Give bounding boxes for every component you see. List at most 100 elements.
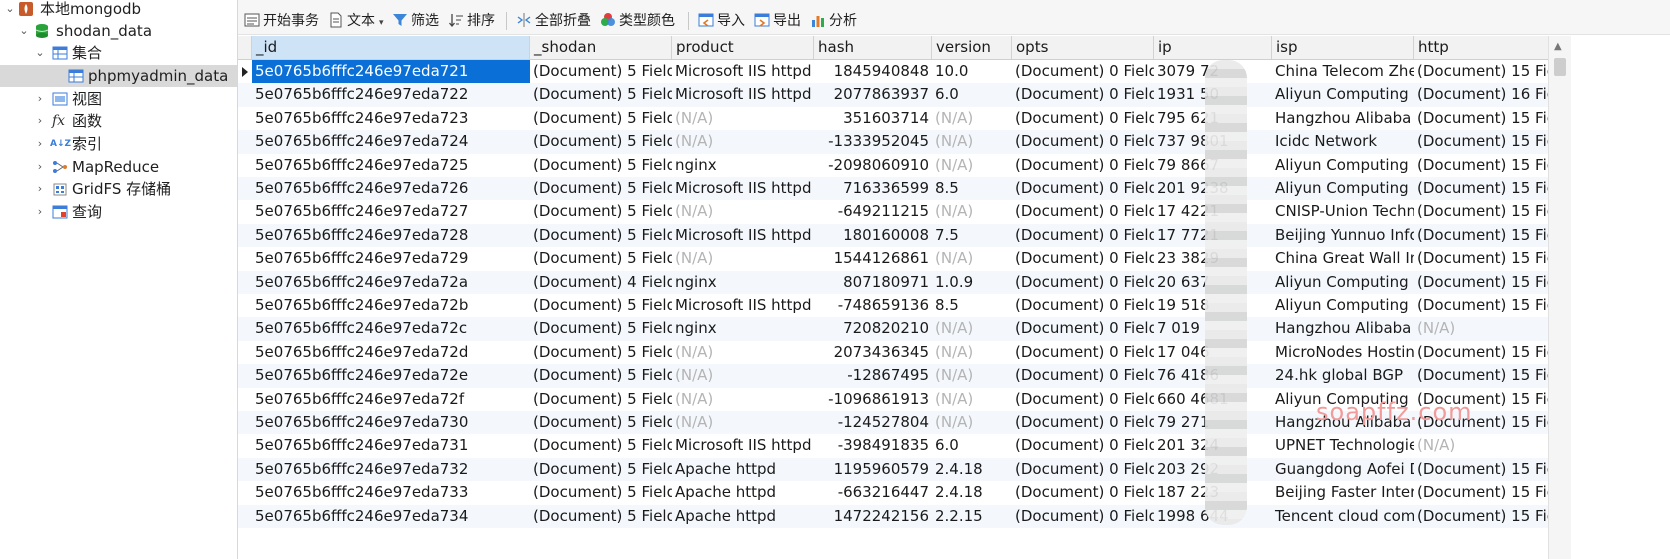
cell-id[interactable]: 5e0765b6fffc246e97eda72d	[252, 341, 530, 364]
cell-hash[interactable]: 1195960579	[814, 458, 932, 481]
tree-queries[interactable]: › 查询	[0, 201, 237, 223]
cell-isp[interactable]: Hangzhou Alibaba A	[1272, 107, 1414, 130]
cell-isp[interactable]: CNISP-Union Techno	[1272, 200, 1414, 223]
cell-product[interactable]: (N/A)	[672, 388, 814, 411]
chevron-right-icon[interactable]: ›	[34, 88, 46, 110]
cell-version[interactable]: 1.0.9	[932, 271, 1012, 294]
cell-shodan[interactable]: (Document) 5 Fields	[530, 224, 672, 247]
data-grid[interactable]: _id _shodan product hash version opts ip isp htt…	[238, 36, 1548, 559]
cell-version[interactable]: (N/A)	[932, 341, 1012, 364]
cell-opts[interactable]: (Document) 0 Fields	[1012, 60, 1154, 83]
cell-product[interactable]: Microsoft IIS httpd	[672, 294, 814, 317]
cell-isp[interactable]: Tencent cloud comp	[1272, 505, 1414, 528]
cell-hash[interactable]: 716336599	[814, 177, 932, 200]
cell-product[interactable]: (N/A)	[672, 411, 814, 434]
cell-id[interactable]: 5e0765b6fffc246e97eda723	[252, 107, 530, 130]
chevron-right-icon[interactable]: ›	[34, 110, 46, 132]
cell-http[interactable]: (N/A)	[1414, 434, 1548, 457]
cell-shodan[interactable]: (Document) 5 Fields	[530, 200, 672, 223]
table-row[interactable]: 5e0765b6fffc246e97eda727 (Document) 5 Fie…	[238, 200, 1548, 223]
cell-version[interactable]: 2.4.18	[932, 458, 1012, 481]
cell-version[interactable]: (N/A)	[932, 107, 1012, 130]
cell-opts[interactable]: (Document) 0 Fields	[1012, 271, 1154, 294]
cell-product[interactable]: Apache httpd	[672, 458, 814, 481]
column-header-isp[interactable]: isp	[1272, 36, 1414, 59]
tree-mapreduce[interactable]: › MapReduce	[0, 156, 237, 178]
cell-product[interactable]: (N/A)	[672, 130, 814, 153]
cell-id[interactable]: 5e0765b6fffc246e97eda729	[252, 247, 530, 270]
cell-id[interactable]: 5e0765b6fffc246e97eda72c	[252, 317, 530, 340]
cell-version[interactable]: 8.5	[932, 177, 1012, 200]
cell-shodan[interactable]: (Document) 5 Fields	[530, 481, 672, 504]
table-row[interactable]: 5e0765b6fffc246e97eda72d (Document) 5 Fie…	[238, 341, 1548, 364]
cell-version[interactable]: 6.0	[932, 434, 1012, 457]
tree-connection[interactable]: ⌄ 本地mongodb	[0, 0, 237, 20]
cell-product[interactable]: (N/A)	[672, 107, 814, 130]
cell-shodan[interactable]: (Document) 5 Fields	[530, 154, 672, 177]
cell-id[interactable]: 5e0765b6fffc246e97eda72a	[252, 271, 530, 294]
cell-shodan[interactable]: (Document) 5 Fields	[530, 247, 672, 270]
cell-hash[interactable]: -2098060910	[814, 154, 932, 177]
chevron-down-icon[interactable]: ⌄	[18, 20, 30, 42]
chevron-down-icon[interactable]: ⌄	[4, 0, 16, 20]
cell-version[interactable]: (N/A)	[932, 411, 1012, 434]
cell-opts[interactable]: (Document) 0 Fields	[1012, 224, 1154, 247]
cell-id[interactable]: 5e0765b6fffc246e97eda732	[252, 458, 530, 481]
cell-http[interactable]: (Document) 15 Fiel	[1414, 481, 1548, 504]
cell-http[interactable]: (Document) 15 Fiel	[1414, 154, 1548, 177]
cell-product[interactable]: (N/A)	[672, 200, 814, 223]
cell-shodan[interactable]: (Document) 5 Fields	[530, 317, 672, 340]
import-button[interactable]: 导入	[698, 10, 745, 32]
cell-hash[interactable]: -748659136	[814, 294, 932, 317]
cell-version[interactable]: 2.2.15	[932, 505, 1012, 528]
chevron-right-icon[interactable]: ›	[34, 201, 46, 223]
cell-http[interactable]: (Document) 15 Fiel	[1414, 130, 1548, 153]
cell-id[interactable]: 5e0765b6fffc246e97eda728	[252, 224, 530, 247]
cell-opts[interactable]: (Document) 0 Fields	[1012, 458, 1154, 481]
cell-product[interactable]: Apache httpd	[672, 505, 814, 528]
cell-id[interactable]: 5e0765b6fffc246e97eda724	[252, 130, 530, 153]
cell-id[interactable]: 5e0765b6fffc246e97eda72b	[252, 294, 530, 317]
table-row[interactable]: 5e0765b6fffc246e97eda721 (Document) 5 Fie…	[238, 60, 1548, 84]
cell-shodan[interactable]: (Document) 5 Fields	[530, 60, 672, 83]
text-view-button[interactable]: 文本 ▾	[328, 10, 384, 32]
cell-isp[interactable]: Guangdong Aofei Da	[1272, 458, 1414, 481]
column-header-opts[interactable]: opts	[1012, 36, 1154, 59]
cell-http[interactable]: (Document) 15 Fiel	[1414, 224, 1548, 247]
cell-hash[interactable]: -663216447	[814, 481, 932, 504]
cell-hash[interactable]: 2077863937	[814, 83, 932, 106]
cell-opts[interactable]: (Document) 0 Fields	[1012, 130, 1154, 153]
cell-isp[interactable]: China Great Wall Inte	[1272, 247, 1414, 270]
column-header-shodan[interactable]: _shodan	[530, 36, 672, 59]
cell-isp[interactable]: Aliyun Computing Co	[1272, 271, 1414, 294]
cell-version[interactable]: (N/A)	[932, 247, 1012, 270]
cell-opts[interactable]: (Document) 0 Fields	[1012, 154, 1154, 177]
cell-http[interactable]: (Document) 15 Fiel	[1414, 458, 1548, 481]
column-header-version[interactable]: version	[932, 36, 1012, 59]
cell-product[interactable]: nginx	[672, 271, 814, 294]
cell-isp[interactable]: UPNET Technologies	[1272, 434, 1414, 457]
cell-hash[interactable]: 1544126861	[814, 247, 932, 270]
tree-gridfs[interactable]: › GridFS 存储桶	[0, 178, 237, 200]
cell-http[interactable]: (Document) 15 Fiel	[1414, 294, 1548, 317]
cell-shodan[interactable]: (Document) 5 Fields	[530, 458, 672, 481]
table-row[interactable]: 5e0765b6fffc246e97eda72e (Document) 5 Fie…	[238, 364, 1548, 388]
cell-http[interactable]: (Document) 15 Fiel	[1414, 60, 1548, 83]
cell-http[interactable]: (Document) 15 Fiel	[1414, 247, 1548, 270]
table-row[interactable]: 5e0765b6fffc246e97eda72a (Document) 4 Fie…	[238, 270, 1548, 294]
cell-isp[interactable]: Beijing Faster Interne	[1272, 481, 1414, 504]
cell-hash[interactable]: 351603714	[814, 107, 932, 130]
cell-opts[interactable]: (Document) 0 Fields	[1012, 107, 1154, 130]
cell-product[interactable]: Microsoft IIS httpd	[672, 60, 814, 83]
cell-version[interactable]: 7.5	[932, 224, 1012, 247]
cell-version[interactable]: 6.0	[932, 83, 1012, 106]
cell-isp[interactable]: China Telecom Zhejia	[1272, 60, 1414, 83]
cell-http[interactable]: (Document) 15 Fiel	[1414, 505, 1548, 528]
cell-shodan[interactable]: (Document) 5 Fields	[530, 411, 672, 434]
table-row[interactable]: 5e0765b6fffc246e97eda726 (Document) 5 Fie…	[238, 177, 1548, 201]
cell-version[interactable]: (N/A)	[932, 317, 1012, 340]
cell-id[interactable]: 5e0765b6fffc246e97eda727	[252, 200, 530, 223]
cell-opts[interactable]: (Document) 0 Fields	[1012, 434, 1154, 457]
table-row[interactable]: 5e0765b6fffc246e97eda728 (Document) 5 Fie…	[238, 223, 1548, 248]
cell-version[interactable]: (N/A)	[932, 388, 1012, 411]
